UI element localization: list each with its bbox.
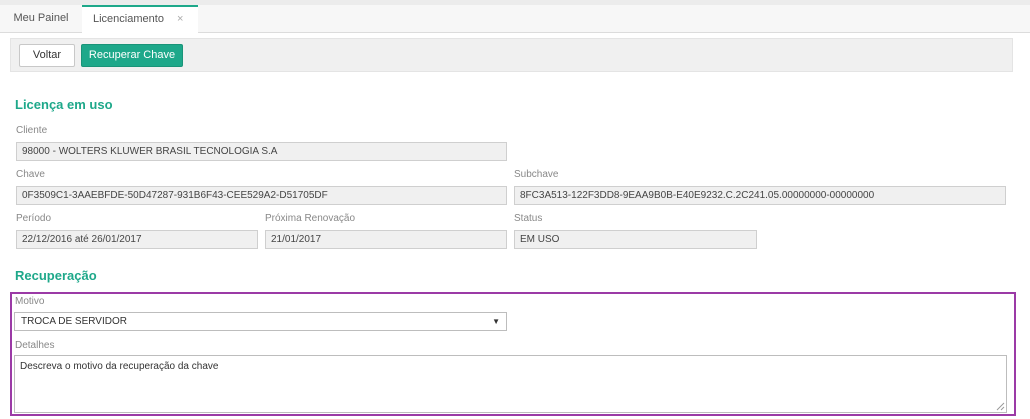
key-label: Chave xyxy=(16,169,45,180)
details-label: Detalhes xyxy=(15,340,55,351)
subkey-label: Subchave xyxy=(514,169,559,180)
recover-key-button[interactable]: Recuperar Chave xyxy=(81,44,183,67)
dropdown-arrow-icon: ▼ xyxy=(492,317,500,326)
reason-select-value: TROCA DE SERVIDOR xyxy=(21,316,127,327)
client-field: 98000 - WOLTERS KLUWER BRASIL TECNOLOGIA… xyxy=(16,142,507,161)
reason-label: Motivo xyxy=(15,296,45,307)
status-label: Status xyxy=(514,213,543,224)
renewal-label: Próxima Renovação xyxy=(265,213,356,224)
details-textarea[interactable] xyxy=(14,355,1007,413)
recovery-section-title: Recuperação xyxy=(15,268,97,283)
back-button[interactable]: Voltar xyxy=(19,44,75,67)
reason-select[interactable]: TROCA DE SERVIDOR ▼ xyxy=(14,312,507,331)
period-field: 22/12/2016 até 26/01/2017 xyxy=(16,230,258,249)
key-field: 0F3509C1-3AAEBFDE-50D47287-931B6F43-CEE5… xyxy=(16,186,507,205)
tab-meu-painel[interactable]: Meu Painel xyxy=(0,5,82,32)
renewal-field: 21/01/2017 xyxy=(265,230,507,249)
status-field: EM USO xyxy=(514,230,757,249)
client-label: Cliente xyxy=(16,125,48,136)
tab-licenciamento[interactable]: Licenciamento × xyxy=(82,5,198,33)
tab-bar: Meu Painel Licenciamento × xyxy=(0,5,1030,33)
resize-grip-icon[interactable] xyxy=(996,402,1005,411)
license-section-title: Licença em uso xyxy=(15,97,113,112)
close-icon[interactable]: × xyxy=(177,7,183,32)
tab-licenciamento-label: Licenciamento xyxy=(93,13,164,25)
period-label: Período xyxy=(16,213,52,224)
action-toolbar: Voltar Recuperar Chave xyxy=(10,38,1013,72)
subkey-field: 8FC3A513-122F3DD8-9EAA9B0B-E40E9232.C.2C… xyxy=(514,186,1006,205)
